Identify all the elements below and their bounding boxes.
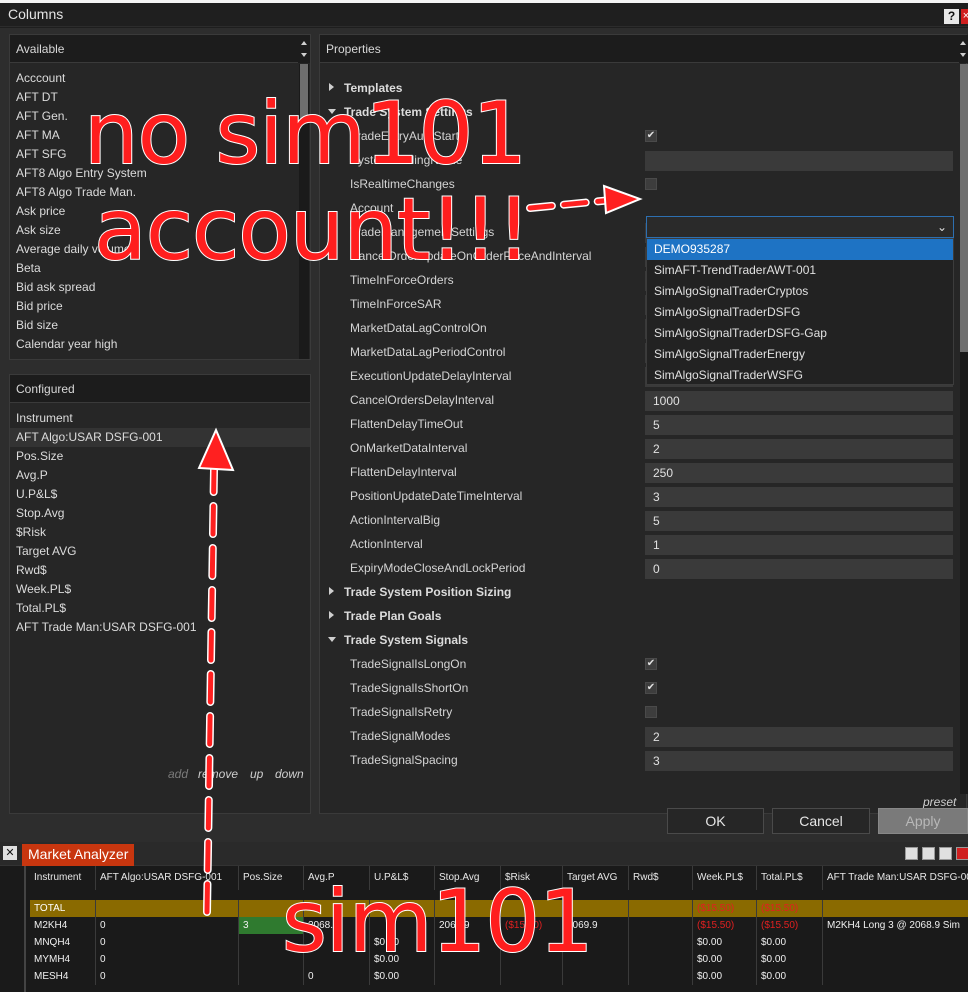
arrow-head-up-icon: [197, 427, 235, 472]
arrow-head-right-icon: [602, 184, 643, 215]
annotation-account: account!!!: [93, 179, 532, 281]
annotation-sim101: sim101: [281, 871, 595, 973]
annotation-no-sim101: no sim101: [83, 83, 528, 185]
